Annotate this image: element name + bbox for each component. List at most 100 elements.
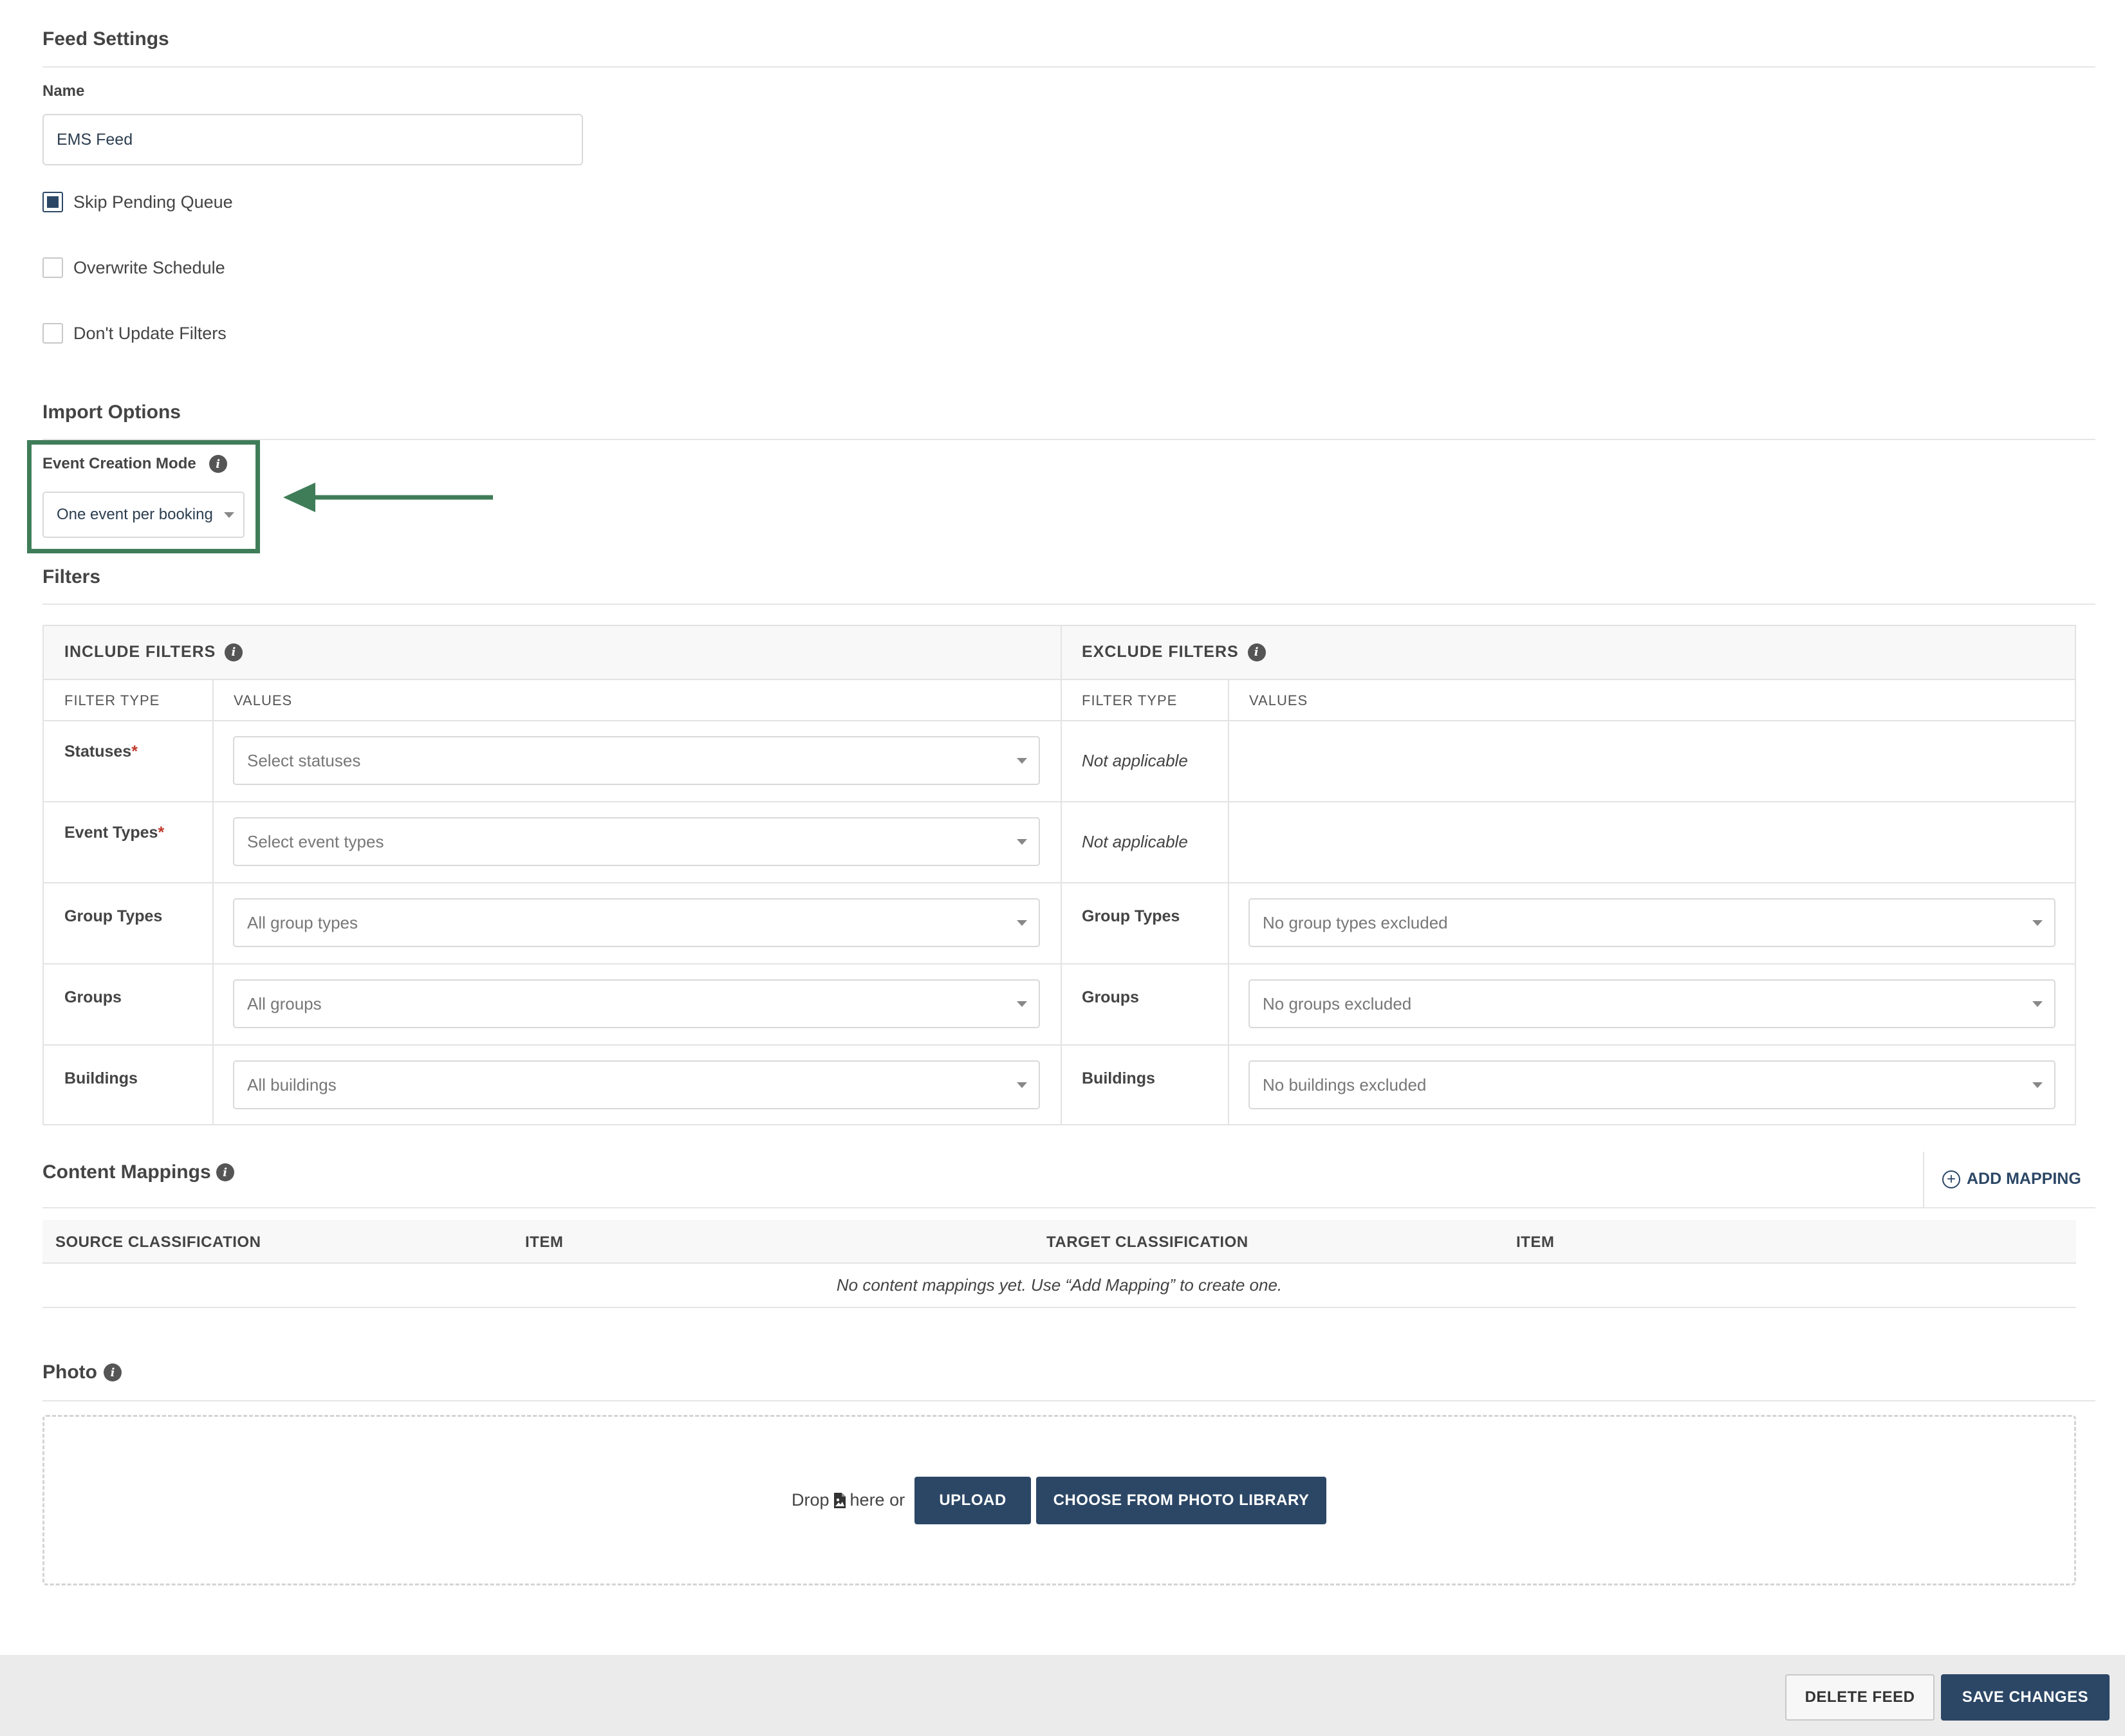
chevron-down-icon: [2032, 1001, 2043, 1007]
overwrite-schedule-checkbox[interactable]: [42, 257, 63, 278]
overwrite-schedule-label: Overwrite Schedule: [73, 257, 225, 277]
drop-instructions: Drop here or: [792, 1490, 905, 1510]
add-mapping-button[interactable]: + ADD MAPPING: [1942, 1170, 2081, 1188]
statuses-label-text: Statuses: [64, 743, 132, 761]
photo-title-row: Photo i: [42, 1362, 122, 1383]
statuses-include-select[interactable]: Select statuses: [233, 736, 1040, 785]
group-types-exclude-placeholder: No group types excluded: [1263, 912, 1448, 932]
groups-exclude-label: Groups: [1082, 988, 1139, 1006]
filters-row-divider: [44, 963, 2075, 965]
event-creation-mode-select[interactable]: One event per booking: [42, 492, 245, 538]
add-mapping-divider: [1923, 1152, 1924, 1207]
statuses-exclude-not-applicable: Not applicable: [1082, 751, 1188, 770]
upload-button[interactable]: UPLOAD: [914, 1477, 1031, 1524]
plus-circle-icon: +: [1942, 1170, 1960, 1188]
event-creation-mode-value: One event per booking: [57, 506, 213, 523]
buildings-include-select[interactable]: All buildings: [233, 1060, 1040, 1109]
filters-title: Filters: [42, 566, 101, 587]
event-types-exclude-not-applicable: Not applicable: [1082, 832, 1188, 851]
group-types-label: Group Types: [64, 907, 163, 925]
group-types-exclude-label: Group Types: [1082, 907, 1180, 925]
chevron-down-icon: [1017, 758, 1027, 764]
info-icon[interactable]: i: [209, 455, 227, 473]
content-mappings-title: Content Mappings: [42, 1161, 211, 1183]
include-values-column: VALUES: [234, 692, 293, 708]
info-icon[interactable]: i: [1247, 643, 1266, 661]
buildings-label: Buildings: [64, 1069, 138, 1087]
import-options-title: Import Options: [42, 402, 181, 423]
content-mappings-title-row: Content Mappings i: [42, 1161, 234, 1183]
info-icon[interactable]: i: [216, 1163, 234, 1181]
group-types-include-placeholder: All group types: [247, 912, 358, 932]
drop-suffix: here or: [849, 1490, 905, 1510]
chevron-down-icon: [1017, 839, 1027, 845]
choose-from-photo-library-button[interactable]: CHOOSE FROM PHOTO LIBRARY: [1036, 1477, 1326, 1524]
divider: [42, 439, 2095, 440]
info-icon[interactable]: i: [225, 643, 243, 661]
include-filter-type-column: FILTER TYPE: [64, 692, 160, 708]
groups-include-select[interactable]: All groups: [233, 979, 1040, 1028]
target-item-column: ITEM: [1516, 1233, 1555, 1251]
photo-title: Photo: [42, 1362, 97, 1383]
filters-row-divider: [44, 801, 2075, 802]
arrow-left-annotation-icon: [283, 483, 493, 512]
filters-column-divider: [1228, 680, 1229, 1124]
filters-row-divider: [44, 1044, 2075, 1046]
required-marker: *: [158, 824, 165, 842]
dont-update-filters-label: Don't Update Filters: [73, 323, 227, 343]
dont-update-filters-checkbox[interactable]: [42, 323, 63, 344]
buildings-include-placeholder: All buildings: [247, 1075, 337, 1094]
filters-table-header: [44, 626, 2075, 680]
event-creation-mode-label-row: Event Creation Mode i: [42, 455, 227, 473]
groups-include-placeholder: All groups: [247, 993, 322, 1013]
add-mapping-label: ADD MAPPING: [1967, 1170, 2081, 1188]
chevron-down-icon: [2032, 1082, 2043, 1088]
chevron-down-icon: [224, 512, 234, 518]
event-types-include-select[interactable]: Select event types: [233, 817, 1040, 866]
exclude-filters-header: EXCLUDE FILTERS i: [1082, 643, 1266, 661]
required-marker: *: [131, 743, 138, 761]
divider: [42, 1400, 2095, 1401]
skip-pending-queue-checkbox-row[interactable]: Skip Pending Queue: [42, 192, 233, 212]
group-types-include-select[interactable]: All group types: [233, 898, 1040, 947]
file-image-icon: [833, 1492, 846, 1508]
save-changes-button[interactable]: SAVE CHANGES: [1941, 1674, 2110, 1721]
chevron-down-icon: [1017, 920, 1027, 926]
event-types-label-text: Event Types: [64, 824, 158, 842]
statuses-include-placeholder: Select statuses: [247, 750, 361, 770]
event-creation-mode-label: Event Creation Mode: [42, 455, 196, 472]
feed-settings-title: Feed Settings: [42, 28, 169, 50]
source-classification-column: SOURCE CLASSIFICATION: [55, 1233, 261, 1251]
info-icon[interactable]: i: [103, 1363, 122, 1381]
chevron-down-icon: [1017, 1082, 1027, 1088]
divider: [42, 1207, 2095, 1208]
exclude-filter-type-column: FILTER TYPE: [1082, 692, 1178, 708]
name-label: Name: [42, 82, 85, 100]
group-types-exclude-select[interactable]: No group types excluded: [1248, 898, 2055, 947]
statuses-label: Statuses*: [64, 743, 138, 761]
filters-column-divider: [1061, 626, 1062, 1124]
divider: [42, 1307, 2076, 1308]
divider: [42, 66, 2095, 68]
groups-label: Groups: [64, 988, 122, 1006]
include-filters-label: INCLUDE FILTERS: [64, 643, 216, 661]
content-mappings-empty-message: No content mappings yet. Use “Add Mappin…: [836, 1275, 1283, 1295]
skip-pending-queue-label: Skip Pending Queue: [73, 192, 233, 212]
buildings-exclude-select[interactable]: No buildings excluded: [1248, 1060, 2055, 1109]
event-types-include-placeholder: Select event types: [247, 831, 384, 851]
groups-exclude-select[interactable]: No groups excluded: [1248, 979, 2055, 1028]
chevron-down-icon: [2032, 920, 2043, 926]
delete-feed-button[interactable]: DELETE FEED: [1785, 1674, 1935, 1721]
exclude-values-column: VALUES: [1249, 692, 1308, 708]
divider: [42, 604, 2095, 605]
overwrite-schedule-checkbox-row[interactable]: Overwrite Schedule: [42, 257, 225, 278]
dont-update-filters-checkbox-row[interactable]: Don't Update Filters: [42, 323, 227, 344]
exclude-filters-label: EXCLUDE FILTERS: [1082, 643, 1239, 661]
filters-row-divider: [44, 720, 2075, 721]
target-classification-column: TARGET CLASSIFICATION: [1046, 1233, 1248, 1251]
drop-prefix: Drop: [792, 1490, 830, 1510]
event-types-label: Event Types*: [64, 824, 164, 842]
skip-pending-queue-checkbox[interactable]: [42, 192, 63, 212]
name-input[interactable]: EMS Feed: [42, 114, 583, 165]
chevron-down-icon: [1017, 1001, 1027, 1007]
